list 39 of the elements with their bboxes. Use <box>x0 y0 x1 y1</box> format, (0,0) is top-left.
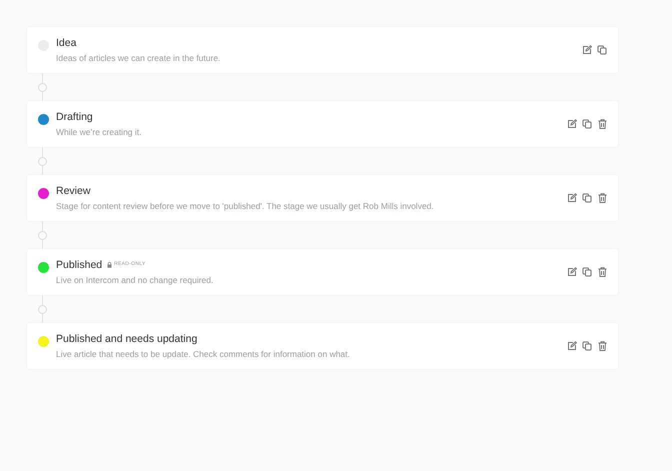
stage-name: Review <box>56 184 90 198</box>
duplicate-button[interactable] <box>596 44 608 56</box>
delete-button[interactable] <box>596 192 608 204</box>
duplicate-button[interactable] <box>581 266 593 278</box>
duplicate-icon <box>582 119 592 129</box>
stage-name: Published and needs updating <box>56 332 198 346</box>
edit-button[interactable] <box>566 192 578 204</box>
stage-description: Ideas of articles we can create in the future. <box>56 52 222 64</box>
edit-icon <box>567 193 577 203</box>
duplicate-button[interactable] <box>581 340 593 352</box>
trash-icon <box>598 119 606 129</box>
duplicate-button[interactable] <box>581 192 593 204</box>
edit-icon <box>567 119 577 129</box>
edit-button[interactable] <box>566 118 578 130</box>
stage-description: Stage for content review before we move to 'published'. The stage we usually get Rob Mills involved. <box>56 200 435 212</box>
trash-icon <box>598 267 606 277</box>
delete-button[interactable] <box>596 118 608 130</box>
duplicate-icon <box>582 267 592 277</box>
edit-button[interactable] <box>566 266 578 278</box>
stage-description: While we’re creating it. <box>56 126 143 138</box>
edit-button[interactable] <box>581 44 593 56</box>
stage-description: Live on Intercom and no change required. <box>56 274 214 286</box>
delete-button[interactable] <box>596 340 608 352</box>
trash-icon <box>598 193 606 203</box>
delete-button[interactable] <box>596 266 608 278</box>
stage-description: Live article that needs to be update. Check comments for information on what. <box>56 348 351 360</box>
stage-name: Published <box>56 258 102 272</box>
duplicate-icon <box>582 193 592 203</box>
edit-icon <box>567 267 577 277</box>
trash-icon <box>598 341 606 351</box>
edit-icon <box>567 341 577 351</box>
duplicate-button[interactable] <box>581 118 593 130</box>
lock-icon <box>107 262 112 268</box>
duplicate-icon <box>597 45 607 55</box>
edit-icon <box>582 45 592 55</box>
stage-name: Idea <box>56 36 76 50</box>
stage-name: Drafting <box>56 110 93 124</box>
edit-button[interactable] <box>566 340 578 352</box>
duplicate-icon <box>582 341 592 351</box>
